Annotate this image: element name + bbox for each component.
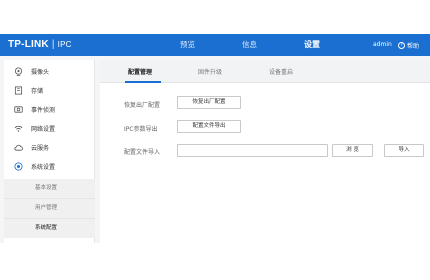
logo-product-text: IPC [57, 40, 72, 49]
cloud-icon [13, 142, 24, 153]
sidebar-item-label: 系统设置 [31, 164, 56, 171]
sidebar-subitem-users[interactable]: 用户管理 [4, 199, 95, 218]
sidebar-item-label: 网络设置 [31, 126, 56, 133]
nav-tab-info[interactable]: 信息 [242, 34, 257, 56]
top-nav-bar: TP-LINK | IPC 预览 信息 设置 admin ? 帮助 [0, 34, 430, 56]
logo-brand-text: TP-LINK [8, 39, 49, 50]
sidebar-item-system-settings[interactable]: 系统设置 [4, 158, 95, 175]
nav-tab-preview[interactable]: 预览 [180, 34, 195, 56]
sidebar-subitem-basic[interactable]: 基本设置 [4, 179, 95, 198]
sidebar-subitem-system-config[interactable]: 系统配置 [4, 219, 95, 238]
config-file-path-input[interactable] [177, 144, 328, 157]
bottom-area [0, 243, 430, 280]
help-label: 帮助 [407, 42, 420, 50]
import-button[interactable]: 导入 [384, 144, 424, 157]
export-config-button[interactable]: 配置文件导出 [177, 120, 241, 133]
tab-config-management[interactable]: 配置管理 [128, 60, 152, 83]
system-settings-icon [13, 161, 24, 172]
tab-device-reboot[interactable]: 设备重启 [269, 60, 293, 83]
sidebar-item-event-detection[interactable]: 事件侦测 [4, 101, 95, 118]
main-panel: 配置管理 固件升级 设备重启 恢复出厂配置 恢复出厂配置 IPC参数导出 配置文… [100, 60, 430, 243]
sidebar-item-network[interactable]: 网络设置 [4, 120, 95, 137]
help-icon: ? [398, 41, 405, 49]
sidebar-item-storage[interactable]: 存储 [4, 82, 95, 99]
storage-icon [13, 85, 24, 96]
browse-button[interactable]: 浏 览 [332, 144, 373, 157]
app-window: TP-LINK|IPC 预览 信息 设置 admin ? 帮助 摄像头 存储 [0, 0, 430, 280]
tab-bar: 配置管理 固件升级 设备重启 [100, 60, 430, 83]
help-button[interactable]: ? 帮助 [398, 34, 419, 56]
brand-logo: TP-LINK | IPC [8, 34, 72, 56]
nav-tab-settings[interactable]: 设置 [304, 34, 320, 56]
sidebar-item-label: 摄像头 [31, 69, 50, 76]
factory-reset-label: 恢复出厂配置 [124, 102, 161, 109]
sidebar-item-camera[interactable]: 摄像头 [4, 63, 95, 80]
camera-icon [13, 66, 24, 77]
sidebar-item-cloud[interactable]: 云服务 [4, 139, 95, 156]
sidebar-item-label: 存储 [31, 88, 44, 95]
user-account[interactable]: admin [373, 34, 392, 56]
logo-separator: | [51, 39, 55, 50]
wifi-icon [13, 123, 24, 134]
sidebar-item-label: 事件侦测 [31, 107, 56, 114]
config-import-label: 配置文件导入 [124, 149, 161, 156]
active-tab-indicator [125, 81, 161, 83]
factory-reset-button[interactable]: 恢复出厂配置 [177, 96, 241, 109]
tab-firmware-upgrade[interactable]: 固件升级 [198, 60, 222, 83]
sidebar-item-label: 云服务 [31, 145, 50, 152]
ipc-export-label: IPC参数导出 [124, 126, 158, 133]
sidebar: 摄像头 存储 事件侦测 网络设置 云服务 系统设置 基本设置 用户管理 系统配置 [4, 60, 95, 243]
event-detection-icon [13, 104, 24, 115]
